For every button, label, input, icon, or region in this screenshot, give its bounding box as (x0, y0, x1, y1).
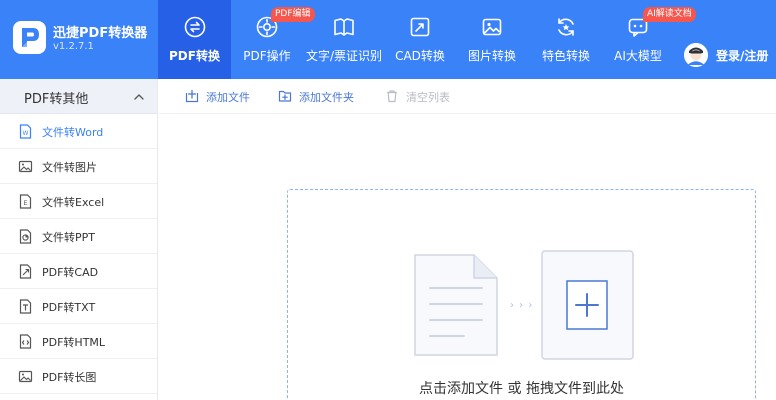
add-file-icon (185, 89, 199, 103)
ai-doc-badge: AI解读文档 (643, 7, 696, 22)
sidebar-item-file-to-ppt[interactable]: 文件转PPT (0, 219, 157, 254)
add-box-icon (541, 250, 634, 360)
open-book-icon (334, 18, 354, 36)
sidebar-item-label: 文件转PPT (42, 231, 95, 244)
tab-label: AI大模型 (614, 49, 662, 63)
sidebar-item-label: PDF转CAD (42, 266, 99, 279)
html-file-icon (19, 334, 32, 349)
tab-ocr[interactable]: 文字/票证识别 (302, 0, 386, 79)
convert-cycle-icon (184, 16, 205, 38)
avatar-icon (684, 43, 708, 67)
sidebar-item-file-to-word[interactable]: W 文件转Word (0, 114, 157, 149)
tab-image-convert[interactable]: 图片转换 (460, 0, 524, 79)
add-folder-label: 添加文件夹 (299, 91, 354, 104)
txt-file-icon (19, 299, 32, 314)
sidebar-item-label: 文件转图片 (42, 161, 97, 174)
drop-hint-text: 点击添加文件 或 拖拽文件到此处 (419, 381, 624, 397)
trash-icon (387, 90, 397, 103)
sidebar-item-pdf-to-cad[interactable]: PDF转CAD (0, 254, 157, 289)
app-version: v1.2.7.1 (53, 41, 94, 52)
tab-label: 图片转换 (467, 49, 516, 63)
sidebar-item-file-to-image[interactable]: 文件转图片 (0, 149, 157, 184)
sidebar-item-label: 文件转Word (42, 126, 104, 139)
add-folder-button[interactable]: 添加文件夹 (278, 79, 360, 114)
sidebar-group-title: PDF转其他 (24, 92, 89, 107)
sidebar-item-pdf-to-txt[interactable]: PDF转TXT (0, 289, 157, 324)
image-icon (482, 18, 502, 36)
refresh-star-icon (558, 18, 574, 36)
clear-list-label: 清空列表 (406, 91, 450, 104)
long-image-icon (18, 370, 33, 383)
sidebar-item-pdf-to-long-image[interactable]: PDF转长图 (0, 359, 157, 394)
excel-icon-letter: E (23, 201, 27, 207)
sidebar-item-label: PDF转长图 (42, 371, 97, 384)
sidebar-item-pdf-to-html[interactable]: PDF转HTML (0, 324, 157, 359)
add-file-button[interactable]: 添加文件 (185, 79, 255, 114)
word-file-icon: W (19, 124, 32, 139)
cad-drawing-icon (410, 17, 430, 37)
excel-file-icon: E (19, 194, 32, 209)
tab-label: PDF转换 (169, 49, 220, 63)
word-icon-letter: W (23, 131, 29, 137)
sidebar-item-label: PDF转HTML (42, 336, 106, 349)
ppt-file-icon (19, 229, 32, 244)
sidebar-item-file-to-excel[interactable]: E 文件转Excel (0, 184, 157, 219)
login-label: 登录/注册 (716, 49, 769, 63)
app-window: 迅捷PDF转换器 v1.2.7.1 PDF转换 PDF操作 PDF编辑 文字/票… (0, 0, 776, 400)
clear-list-button[interactable]: 清空列表 (385, 79, 455, 114)
document-icon (414, 254, 498, 356)
add-folder-icon (278, 90, 292, 102)
sidebar-group-header[interactable]: PDF转其他 (0, 79, 157, 114)
tab-label: CAD转换 (395, 49, 445, 63)
app-name: 迅捷PDF转换器 (53, 26, 148, 41)
image-file-icon (18, 160, 33, 173)
tab-cad-convert[interactable]: CAD转换 (386, 0, 454, 79)
top-header: 迅捷PDF转换器 v1.2.7.1 PDF转换 PDF操作 PDF编辑 文字/票… (0, 0, 776, 79)
chevron-up-icon (134, 94, 144, 100)
add-file-label: 添加文件 (206, 91, 250, 104)
arrows-icon: › › › (510, 300, 534, 311)
file-drop-zone[interactable]: › › › 点击添加文件 或 拖拽文件到此处 (287, 189, 756, 400)
sidebar-item-label: 文件转Excel (42, 196, 105, 209)
tab-label: PDF操作 (243, 49, 291, 63)
sidebar-item-label: PDF转TXT (42, 301, 96, 314)
app-logo-icon (13, 21, 46, 54)
tab-pdf-convert[interactable]: PDF转换 (158, 0, 231, 79)
cad-file-icon (19, 264, 32, 279)
tab-special-convert[interactable]: 特色转换 (533, 0, 599, 79)
tab-label: 特色转换 (541, 49, 590, 63)
toolbar: 添加文件 添加文件夹 清空列表 (159, 79, 776, 114)
sidebar: PDF转其他 W 文件转Word 文件转图片 E 文件转Excel 文件转PPT… (0, 79, 158, 400)
tab-label: 文字/票证识别 (305, 49, 383, 63)
